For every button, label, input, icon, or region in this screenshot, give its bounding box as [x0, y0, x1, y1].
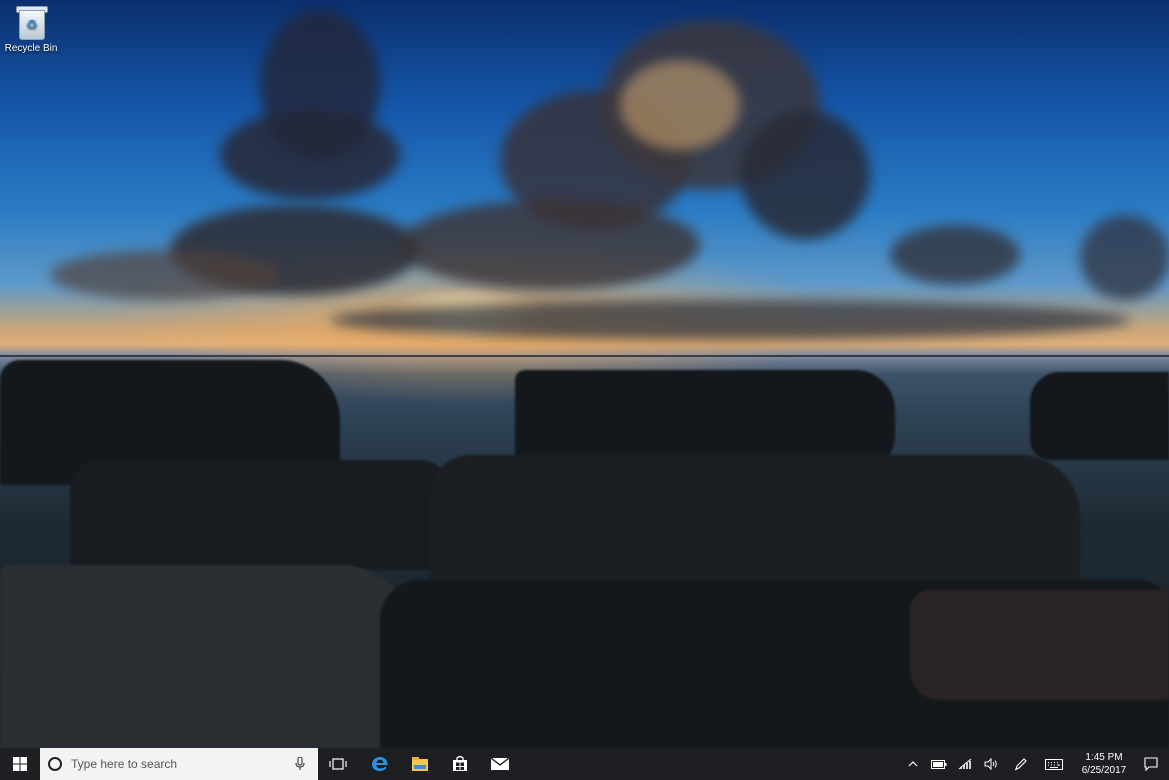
cloud: [330, 300, 1130, 340]
rock-formation: [0, 565, 420, 748]
cortana-circle-icon: [48, 757, 62, 771]
show-hidden-icons-button[interactable]: [901, 748, 925, 780]
taskbar-clock[interactable]: 1:45 PM 6/25/2017: [1075, 748, 1133, 780]
desktop-wallpaper: [0, 0, 1169, 748]
action-center-button[interactable]: [1133, 748, 1169, 780]
start-button[interactable]: [0, 748, 40, 780]
desktop-icon-recycle-bin[interactable]: ♻ Recycle Bin: [4, 4, 58, 54]
chevron-up-icon: [908, 761, 918, 767]
volume-button[interactable]: [979, 748, 1003, 780]
cloud: [620, 60, 740, 150]
cloud: [400, 200, 700, 290]
network-button[interactable]: [953, 748, 977, 780]
windows-ink-button[interactable]: [1009, 748, 1033, 780]
desktop-icon-label: Recycle Bin: [4, 43, 58, 54]
pen-icon: [1014, 758, 1027, 771]
windows-logo-icon: [13, 757, 27, 771]
keyboard-icon: [1045, 758, 1063, 770]
task-view-icon: [329, 758, 347, 770]
recycle-bin-icon: ♻: [16, 4, 48, 40]
cloud: [1080, 215, 1169, 300]
taskbar-app-mail[interactable]: [480, 748, 520, 780]
search-box[interactable]: Type here to search: [40, 748, 318, 780]
mail-icon: [490, 757, 510, 770]
edge-icon: [372, 757, 388, 771]
search-placeholder: Type here to search: [71, 757, 178, 771]
horizon: [0, 355, 1169, 357]
taskbar-app-edge[interactable]: [360, 748, 400, 780]
cloud: [890, 225, 1020, 285]
taskbar-app-store[interactable]: [440, 748, 480, 780]
touch-keyboard-button[interactable]: [1040, 748, 1068, 780]
battery-icon: [931, 759, 947, 769]
cloud: [50, 250, 280, 300]
rock-formation: [910, 590, 1169, 700]
rock-formation: [1030, 372, 1169, 460]
network-icon: [958, 758, 972, 770]
rock-formation: [70, 460, 450, 570]
cloud: [260, 10, 380, 160]
clock-date: 6/25/2017: [1081, 765, 1127, 776]
action-center-icon: [1144, 757, 1158, 771]
cloud: [740, 110, 870, 240]
task-view-button[interactable]: [320, 748, 356, 780]
file-explorer-icon: [412, 757, 428, 771]
microphone-icon[interactable]: [290, 754, 310, 774]
clock-time: 1:45 PM: [1085, 752, 1123, 763]
taskbar-app-file-explorer[interactable]: [400, 748, 440, 780]
store-icon: [453, 755, 467, 771]
taskbar: Type here to search 1:45 PM 6/25/2017: [0, 748, 1169, 780]
battery-button[interactable]: [927, 748, 951, 780]
volume-icon: [984, 758, 997, 770]
